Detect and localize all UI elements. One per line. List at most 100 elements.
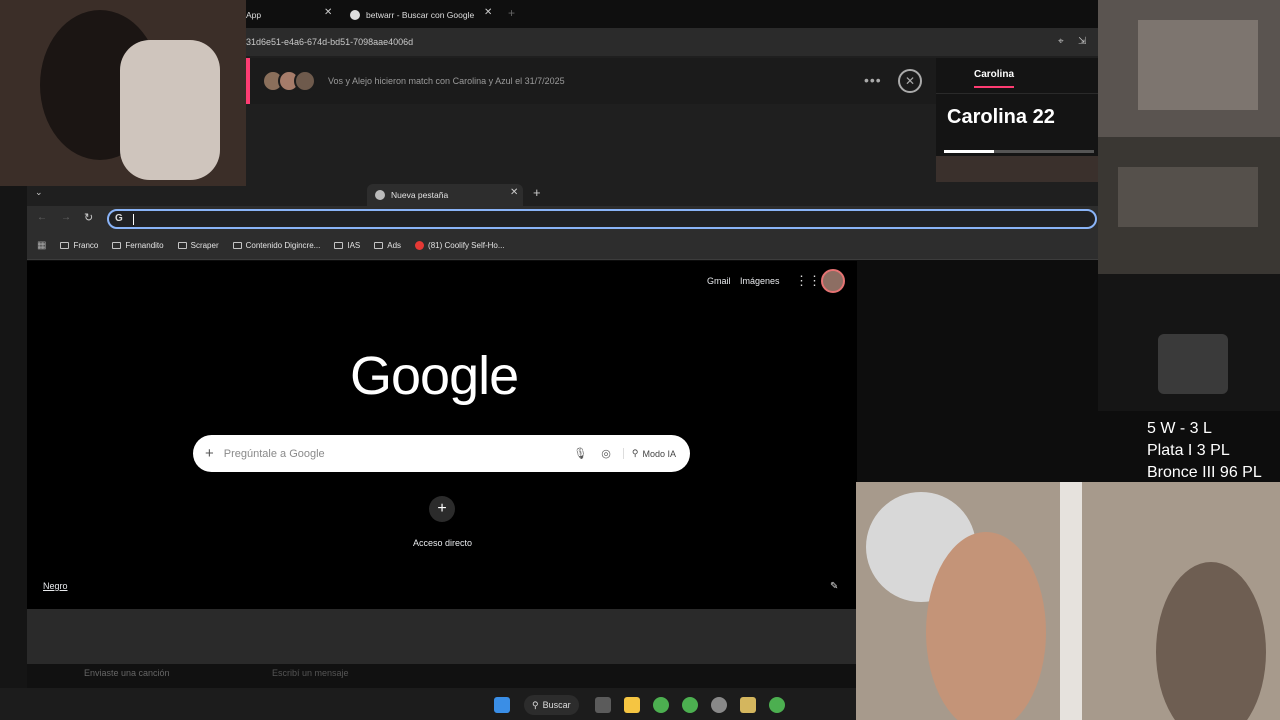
folder-icon [232,242,242,249]
profile-tab-name[interactable]: Carolina [974,69,1015,88]
toolbar: ← → ↻ G [27,206,1098,232]
bg-chat-strip: Enviaste una canción Escribí un mensaje [0,664,856,688]
bg-tab-app-label: App [246,10,262,20]
tab-search-chevron-icon[interactable]: ⌄ [35,187,43,198]
page-footer-area [27,609,857,664]
windows-start-icon[interactable] [494,697,510,713]
search-box[interactable]: + Pregúntale a Google 🎙 ◎ ⚲ Modo IA [193,435,690,472]
bg-chat-message-input[interactable]: Escribí un mensaje [272,668,349,678]
folder-icon [177,242,187,249]
images-link[interactable]: Imágenes [740,276,780,286]
stats-win-loss: 5 W - 3 L [1147,420,1212,437]
google-apps-icon[interactable]: ⋮⋮ [795,273,821,289]
bg-tab2-close-icon[interactable]: ✕ [484,7,492,18]
bg-tab-google-label: betwarr - Buscar con Google [366,10,475,20]
gmail-link[interactable]: Gmail [707,276,731,286]
bookmark-label: Fernandito [125,241,164,250]
account-avatar[interactable] [821,269,845,293]
apps-grid-icon[interactable]: ▦ [37,240,46,251]
install-app-icon[interactable]: ⇲ [1078,36,1086,47]
settings-gear-icon[interactable] [711,697,727,713]
bookmark-label: Contenido Digincre... [245,241,321,250]
bg-address-bar[interactable]: 31d6e51-e4a6-674d-bd51-7098aae4006d ⌖ ⇲ [246,28,1098,56]
bg-tab-google-search[interactable]: betwarr - Buscar con Google [342,4,502,26]
profile-name-age: Carolina 22 [947,106,1055,128]
google-logo: Google [350,346,519,406]
more-options-icon[interactable]: ••• [864,72,882,88]
profile-panel: Carolina Carolina 22 [936,58,1098,182]
bookmark-franco[interactable]: Franco [60,241,98,250]
webcam-top-left [0,0,246,186]
bg-chat-song-text: Enviaste una canción [84,668,170,678]
match-text: Vos y Alejo hicieron match con Carolina … [328,76,565,86]
webcam-room-1 [1098,0,1280,137]
match-avatars [262,70,316,92]
taskbar-search[interactable]: ⚲ Buscar [524,695,579,715]
photo-progress-bar [944,150,1094,153]
app-icon[interactable] [740,697,756,713]
tab-new-tab[interactable]: Nueva pestaña [367,184,523,206]
add-icon[interactable]: + [205,445,214,462]
text-cursor [133,214,134,225]
shortcut-label: Acceso directo [413,538,473,548]
reload-icon[interactable]: ↻ [84,211,93,224]
google-favicon-icon [350,10,360,20]
bookmarks-bar: ▦ Franco Fernandito Scraper Contenido Di… [27,232,1098,260]
chrome-alt-icon[interactable] [769,697,785,713]
bookmark-label: (81) Coolify Self-Ho... [428,241,505,250]
close-match-icon[interactable]: ✕ [898,69,922,93]
bg-chat-sidebar [0,182,27,688]
bookmark-label: IAS [347,241,361,250]
bg-tab-close-icon[interactable]: ✕ [324,7,332,18]
bookmark-fernandito[interactable]: Fernandito [112,241,164,250]
search-placeholder: Pregúntale a Google [223,447,325,460]
youtube-icon [415,241,425,250]
background-browser-window: App ✕ betwarr - Buscar con Google ✕ + 31… [246,0,1098,182]
microphone-icon[interactable]: 🎙 [573,447,587,460]
tab-label: Nueva pestaña [391,190,449,200]
task-view-icon[interactable] [595,697,611,713]
bg-tab-strip: App ✕ betwarr - Buscar con Google ✕ + [246,0,1098,28]
folder-icon [374,242,384,249]
webcam-bottom-right [856,482,1280,720]
match-banner: Vos y Alejo hicieron match con Carolina … [246,58,936,104]
stats-rank-1: Plata I 3 PL [1147,442,1230,459]
bg-url-text: 31d6e51-e4a6-674d-bd51-7098aae4006d [246,37,414,47]
lens-icon[interactable]: ◎ [601,447,611,460]
customize-pencil-icon[interactable]: ✎ [830,581,838,592]
folder-icon [112,242,122,249]
address-bar[interactable]: G [107,209,1097,229]
bookmark-label: Ads [387,241,402,250]
profile-photo [936,156,1098,182]
back-icon[interactable]: ← [37,212,47,223]
chrome-profile-icon[interactable] [682,697,698,713]
google-g-icon: G [115,213,123,224]
bookmark-coolify[interactable]: (81) Coolify Self-Ho... [415,241,505,250]
location-icon[interactable]: ⌖ [1058,36,1064,47]
stats-rank-2: Bronce III 96 PL [1147,464,1262,481]
bookmark-ads[interactable]: Ads [374,241,401,250]
new-tab-icon[interactable]: + [533,185,541,200]
forward-icon[interactable]: → [61,212,71,223]
taskbar: ⚲ Buscar [0,688,856,720]
add-shortcut-button[interactable]: + [429,496,455,522]
webcam-room-3 [1098,274,1280,411]
bookmark-scraper[interactable]: Scraper [177,241,219,250]
new-tab-page: Gmail Imágenes ⋮⋮ Google + Pregúntale a … [27,261,857,609]
taskbar-search-label: Buscar [542,700,571,710]
ai-mode-label: Modo IA [642,448,676,459]
avatar [294,70,316,92]
folder-icon [334,242,344,249]
bg-new-tab-icon[interactable]: + [508,6,515,20]
chrome-icon[interactable] [653,697,669,713]
file-explorer-icon[interactable] [624,697,640,713]
bookmark-contenido[interactable]: Contenido Digincre... [232,241,321,250]
bookmark-ias[interactable]: IAS [334,241,360,250]
bookmark-label: Scraper [190,241,219,250]
ai-mode-button[interactable]: ⚲ Modo IA [622,448,676,459]
search-icon: ⚲ [532,699,539,710]
tab-close-icon[interactable]: ✕ [510,187,518,198]
webcam-room-2 [1098,137,1280,274]
theme-link[interactable]: Negro [43,581,68,591]
ai-search-icon: ⚲ [631,448,639,458]
